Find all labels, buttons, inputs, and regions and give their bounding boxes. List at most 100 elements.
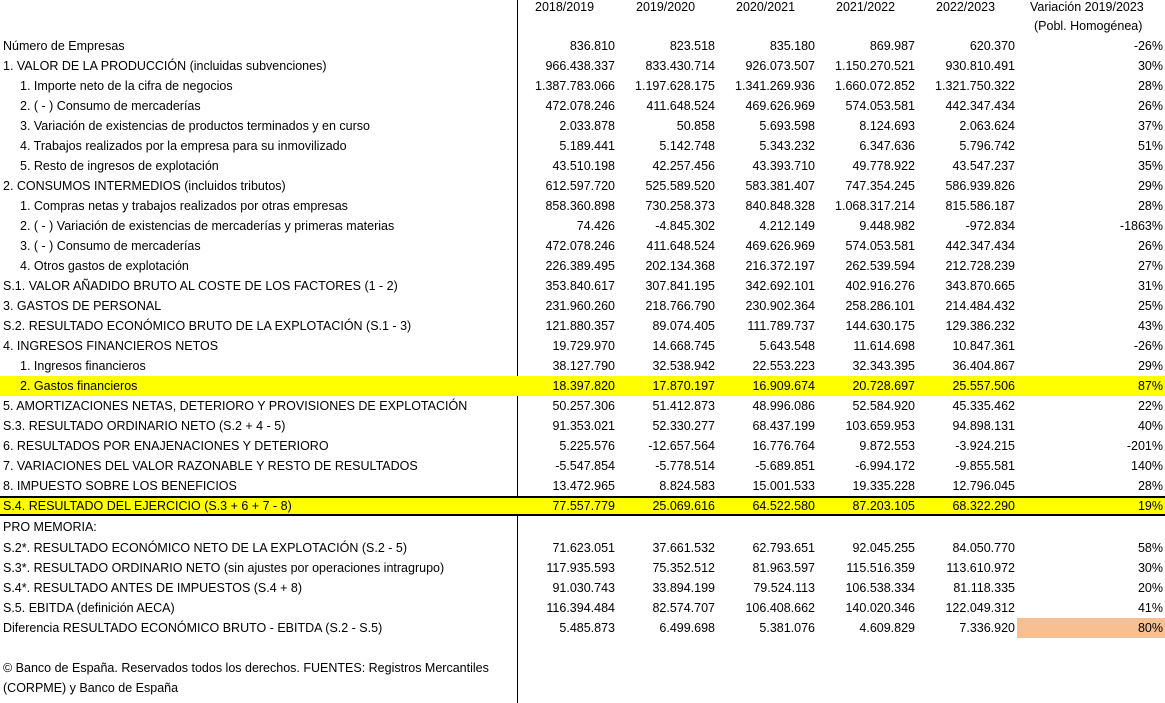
variation-cell: 29% — [1137, 359, 1163, 373]
year-value-cell: 18.397.820 — [552, 379, 615, 393]
year-value-cell: 8.824.583 — [659, 479, 715, 493]
year-value-cell: 42.257.456 — [652, 159, 715, 173]
table-row: S.4. RESULTADO DEL EJERCICIO (S.3 + 6 + … — [0, 496, 1165, 516]
year-value-cell: 32.343.395 — [852, 359, 915, 373]
year-value-cell: 50.257.306 — [552, 399, 615, 413]
year-value-cell: 51.412.873 — [652, 399, 715, 413]
year-value-cell: 930.810.491 — [945, 59, 1015, 73]
variation-cell: 28% — [1137, 199, 1163, 213]
row-label: 3. GASTOS DE PERSONAL — [3, 299, 162, 313]
table-row: 5. AMORTIZACIONES NETAS, DETERIORO Y PRO… — [0, 396, 1165, 416]
year-value-cell: 45.335.462 — [952, 399, 1015, 413]
year-value-cell: 8.124.693 — [859, 119, 915, 133]
year-value-cell: 68.322.290 — [952, 499, 1015, 513]
year-value-cell: 342.692.101 — [745, 279, 815, 293]
year-value-cell: 19.335.228 — [852, 479, 915, 493]
year-value-cell: 43.547.237 — [952, 159, 1015, 173]
year-value-cell: 442.347.434 — [945, 239, 1015, 253]
row-label: 3. Variación de existencias de productos… — [20, 119, 370, 133]
row-label: S.4*. RESULTADO ANTES DE IMPUESTOS (S.4 … — [3, 581, 303, 595]
year-value-cell: 49.778.922 — [852, 159, 915, 173]
row-label: 4. Otros gastos de explotación — [20, 259, 189, 273]
row-label: 2. ( - ) Consumo de mercaderías — [20, 99, 201, 113]
year-value-cell: 1.068.317.214 — [835, 199, 915, 213]
year-value-cell: -5.778.514 — [655, 459, 715, 473]
year-value-cell: 202.134.368 — [645, 259, 715, 273]
year-value-cell: 2.063.624 — [959, 119, 1015, 133]
year-value-cell: 612.597.720 — [545, 179, 615, 193]
variation-cell: 30% — [1137, 59, 1163, 73]
year-value-cell: 5.485.873 — [559, 621, 615, 635]
year-value-cell: 6.499.698 — [659, 621, 715, 635]
year-value-cell: 833.430.714 — [645, 59, 715, 73]
year-value-cell: 307.841.195 — [645, 279, 715, 293]
row-label: 5. Resto de ingresos de explotación — [20, 159, 219, 173]
row-label: Número de Empresas — [3, 39, 125, 53]
year-value-cell: 94.898.131 — [952, 419, 1015, 433]
year-value-cell: 411.648.524 — [646, 239, 715, 253]
year-value-cell: 144.630.175 — [845, 319, 915, 333]
year-value-cell: 121.880.357 — [545, 319, 615, 333]
row-label: S.2*. RESULTADO ECONÓMICO NETO DE LA EXP… — [3, 541, 408, 555]
year-value-cell: 472.078.246 — [545, 99, 615, 113]
financial-table: 2018/2019 2019/2020 2020/2021 2021/2022 … — [0, 0, 1165, 703]
year-value-cell: -972.834 — [965, 219, 1015, 233]
year-value-cell: 33.894.199 — [652, 581, 715, 595]
variation-cell: 26% — [1137, 239, 1163, 253]
table-row: Diferencia RESULTADO ECONÓMICO BRUTO - E… — [0, 618, 1165, 638]
year-value-cell: 111.789.737 — [747, 319, 815, 333]
year-value-cell: -12.657.564 — [648, 439, 715, 453]
year-value-cell: 16.776.764 — [752, 439, 815, 453]
year-value-cell: 815.586.187 — [945, 199, 1015, 213]
year-value-cell: 81.118.335 — [953, 581, 1015, 595]
memo-title-label: PRO MEMORIA: — [3, 520, 97, 534]
year-value-cell: 25.069.616 — [652, 499, 715, 513]
year-value-cell: 583.381.407 — [745, 179, 815, 193]
year-value-cell: 122.049.312 — [945, 601, 1015, 615]
row-label: 5. AMORTIZACIONES NETAS, DETERIORO Y PRO… — [3, 399, 468, 413]
variation-subheader: (Pobl. Homogénea) — [1034, 19, 1143, 33]
year-value-cell: 62.793.651 — [752, 541, 815, 555]
variation-cell: 19% — [1137, 499, 1163, 513]
table-row: S.1. VALOR AÑADIDO BRUTO AL COSTE DE LOS… — [0, 276, 1165, 296]
year-value-cell: 343.870.665 — [945, 279, 1015, 293]
year-value-cell: 747.354.245 — [845, 179, 915, 193]
year-value-cell: 5.643.548 — [759, 339, 815, 353]
year-value-cell: 258.286.101 — [845, 299, 915, 313]
year-value-cell: 5.693.598 — [759, 119, 815, 133]
year-value-cell: 525.589.520 — [645, 179, 715, 193]
year-value-cell: 38.127.790 — [552, 359, 615, 373]
year-value-cell: 218.766.790 — [645, 299, 715, 313]
table-row: S.3. RESULTADO ORDINARIO NETO (S.2 + 4 -… — [0, 416, 1165, 436]
table-row: 6. RESULTADOS POR ENAJENACIONES Y DETERI… — [0, 436, 1165, 456]
year-value-cell: 730.258.373 — [645, 199, 715, 213]
year-value-cell: 25.557.506 — [952, 379, 1015, 393]
year-value-cell: 6.347.636 — [859, 139, 915, 153]
year-value-cell: 574.053.581 — [845, 239, 915, 253]
year-value-cell: 87.203.105 — [852, 499, 915, 513]
year-value-cell: 43.510.198 — [552, 159, 615, 173]
variation-cell: 51% — [1137, 139, 1163, 153]
row-label: 4. INGRESOS FINANCIEROS NETOS — [3, 339, 219, 353]
table-row: S.3*. RESULTADO ORDINARIO NETO (sin ajus… — [0, 558, 1165, 578]
row-label: S.5. EBITDA (definición AECA) — [3, 601, 175, 615]
year-value-cell: 116.394.484 — [546, 601, 615, 615]
table-row: S.2. RESULTADO ECONÓMICO BRUTO DE LA EXP… — [0, 316, 1165, 336]
table-row: 4. Otros gastos de explotación 226.389.49… — [0, 256, 1165, 276]
table-row: S.5. EBITDA (definición AECA) 116.394.484… — [0, 598, 1165, 618]
year-value-cell: 19.729.970 — [552, 339, 615, 353]
year-value-cell: -5.547.854 — [555, 459, 615, 473]
year-value-cell: 22.553.223 — [752, 359, 815, 373]
year-value-cell: 835.180 — [769, 39, 815, 53]
table-row: 3. ( - ) Consumo de mercaderías 472.078.2… — [0, 236, 1165, 256]
variation-cell: 31% — [1137, 279, 1163, 293]
table-row: S.4*. RESULTADO ANTES DE IMPUESTOS (S.4 … — [0, 578, 1165, 598]
year-value-cell: 262.539.594 — [845, 259, 915, 273]
variation-cell: 27% — [1137, 259, 1163, 273]
year-value-cell: 1.387.783.066 — [535, 79, 615, 93]
row-label: 1. VALOR DE LA PRODUCCIÓN (incluidas sub… — [3, 59, 327, 73]
year-value-cell: 230.902.364 — [745, 299, 815, 313]
row-label: 1. Importe neto de la cifra de negocios — [20, 79, 233, 93]
year-value-cell: 10.847.361 — [952, 339, 1015, 353]
year-value-cell: 836.810 — [569, 39, 615, 53]
